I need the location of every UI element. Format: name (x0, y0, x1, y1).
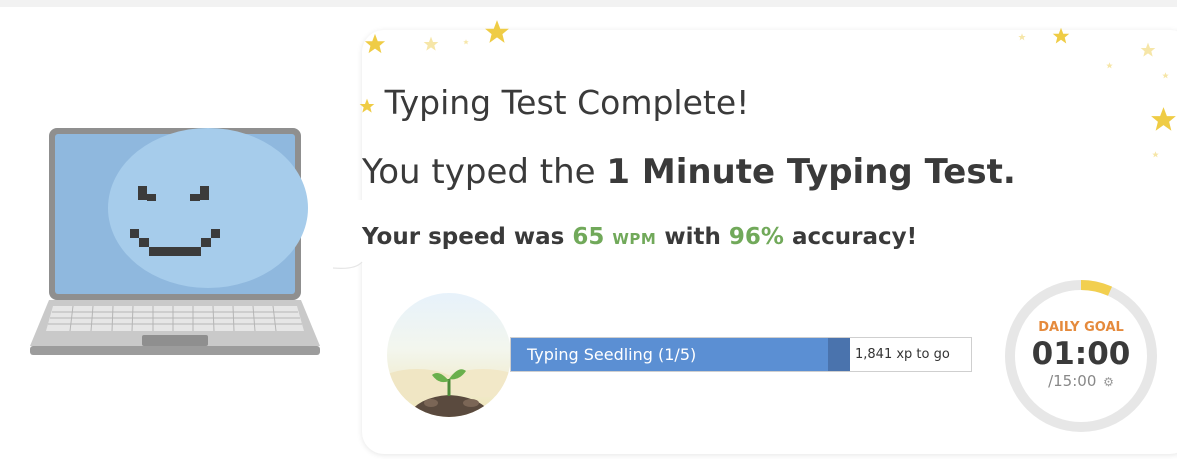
laptop-smiley-icon (28, 128, 324, 360)
level-progress-bar: Typing Seedling (1/5) 1,841 xp to go (510, 337, 972, 372)
speed-summary: Your speed was 65 WPM with 96% accuracy! (362, 224, 917, 250)
daily-goal-time: 01:00 (1031, 336, 1131, 372)
star-icon (1106, 62, 1113, 69)
star-icon (1140, 42, 1156, 57)
result-title: Typing Test Complete! (384, 83, 750, 122)
daily-goal-total-value: /15:00 (1048, 372, 1097, 390)
star-icon (1162, 72, 1169, 79)
daily-goal-total: /15:00 ⚙ (1004, 372, 1158, 390)
speed-suffix: accuracy! (783, 224, 918, 250)
speed-prefix: Your speed was (362, 224, 573, 250)
star-icon (1152, 151, 1159, 158)
wpm-unit: WPM (612, 230, 657, 248)
result-subtitle: You typed the 1 Minute Typing Test. (362, 152, 1016, 192)
star-icon (1151, 107, 1176, 131)
speed-middle: with (656, 224, 729, 250)
subtitle-prefix: You typed the (362, 152, 607, 192)
star-icon (485, 20, 509, 43)
star-icon (463, 39, 469, 45)
level-name: Typing Seedling (1/5) (527, 345, 697, 364)
gear-icon[interactable]: ⚙ (1103, 375, 1114, 389)
level-progress-marker (828, 338, 850, 371)
star-icon (1052, 27, 1070, 44)
seedling-icon (387, 293, 511, 417)
star-icon (423, 36, 439, 51)
xp-to-go: 1,841 xp to go (855, 347, 950, 362)
star-icon (1018, 33, 1026, 41)
test-name: 1 Minute Typing Test. (606, 152, 1016, 192)
top-bar (0, 0, 1177, 7)
daily-goal-label: DAILY GOAL (1038, 320, 1124, 335)
wpm-value: 65 (572, 224, 605, 250)
star-icon (364, 33, 386, 54)
accuracy-value: 96% (728, 224, 784, 250)
